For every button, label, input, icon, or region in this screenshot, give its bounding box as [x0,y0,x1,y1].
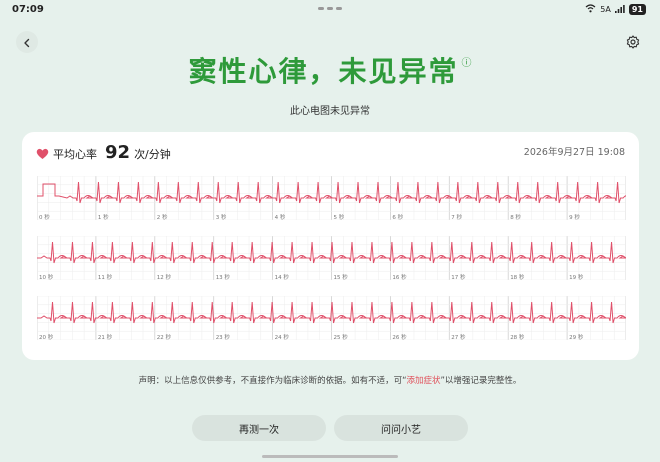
home-indicator[interactable] [262,455,398,458]
second-label: 0 秒 [39,213,50,220]
ecg-card: 平均心率 92 次/分钟 2026年9月27日 19:08 0 秒 1 秒 2 秒 3… [22,132,639,360]
second-label: 23 秒 [216,333,231,340]
second-label: 26 秒 [392,333,407,340]
wifi-icon [585,4,596,15]
second-label: 21 秒 [98,333,113,340]
second-label: 17 秒 [451,273,466,280]
second-label: 22 秒 [157,333,172,340]
second-label: 15 秒 [334,273,349,280]
second-label: 24 秒 [275,333,290,340]
heart-icon [36,145,49,164]
status-icons: 5A 91 [585,4,646,15]
second-label: 9 秒 [569,213,580,220]
chevron-left-icon [22,33,32,52]
result-title: 窦性心律，未见异常 [188,55,459,88]
second-label: 27 秒 [451,333,466,340]
ecg-strip-3: 20 秒 21 秒 22 秒 23 秒 24 秒 25 秒 26 秒 27 秒 28 秒 29 秒 [37,296,626,340]
add-symptom-link[interactable]: 添加症状 [407,376,441,386]
status-bar: 07:09 5A 91 [0,0,660,22]
multitask-dots[interactable] [318,7,342,10]
retest-button[interactable]: 再测一次 [192,415,326,441]
result-subtitle: 此心电图未见异常 [290,106,370,117]
second-label: 29 秒 [569,333,584,340]
result-title-wrap: 窦性心律，未见异常 ⓘ [0,50,660,90]
second-label: 2 秒 [157,213,168,220]
second-label: 7 秒 [451,213,462,220]
second-label: 14 秒 [275,273,290,280]
second-label: 8 秒 [510,213,521,220]
second-label: 13 秒 [216,273,231,280]
second-label: 3 秒 [216,213,227,220]
signal-icon [614,4,625,15]
second-label: 4 秒 [275,213,286,220]
second-label: 10 秒 [39,273,54,280]
battery-icon: 91 [628,4,646,15]
heart-rate-value: 92 [105,142,131,163]
status-time: 07:09 [12,4,44,15]
heart-rate-row: 平均心率 92 次/分钟 [36,142,171,163]
second-label: 19 秒 [569,273,584,280]
second-label: 25 秒 [334,333,349,340]
signal-text: 5A [600,5,611,14]
second-label: 11 秒 [98,273,113,280]
second-label: 18 秒 [510,273,525,280]
disclaimer: 声明：以上信息仅供参考，不直接作为临床诊断的依据。如有不适，可“添加症状”以增强… [0,374,660,386]
info-icon[interactable]: ⓘ [462,58,472,69]
second-label: 20 秒 [39,333,54,340]
heart-rate-label: 平均心率 [53,148,97,161]
second-label: 12 秒 [157,273,172,280]
disclaimer-suffix: ”以增强记录完整性。 [440,376,522,386]
ask-assistant-button[interactable]: 问问小艺 [334,415,468,441]
second-label: 6 秒 [392,213,403,220]
second-label: 28 秒 [510,333,525,340]
heart-rate-unit: 次/分钟 [134,148,171,161]
record-datetime: 2026年9月27日 19:08 [523,147,625,158]
second-label: 16 秒 [392,273,407,280]
ecg-strip-2: 10 秒 11 秒 12 秒 13 秒 14 秒 15 秒 16 秒 17 秒 18 秒 19 秒 [37,236,626,280]
second-label: 1 秒 [98,213,109,220]
second-label: 5 秒 [334,213,345,220]
ecg-strip-1: 0 秒 1 秒 2 秒 3 秒 4 秒 5 秒 6 秒 7 秒 8 秒 9 秒 [37,176,626,220]
disclaimer-prefix: 声明：以上信息仅供参考，不直接作为临床诊断的依据。如有不适，可“ [138,376,407,386]
